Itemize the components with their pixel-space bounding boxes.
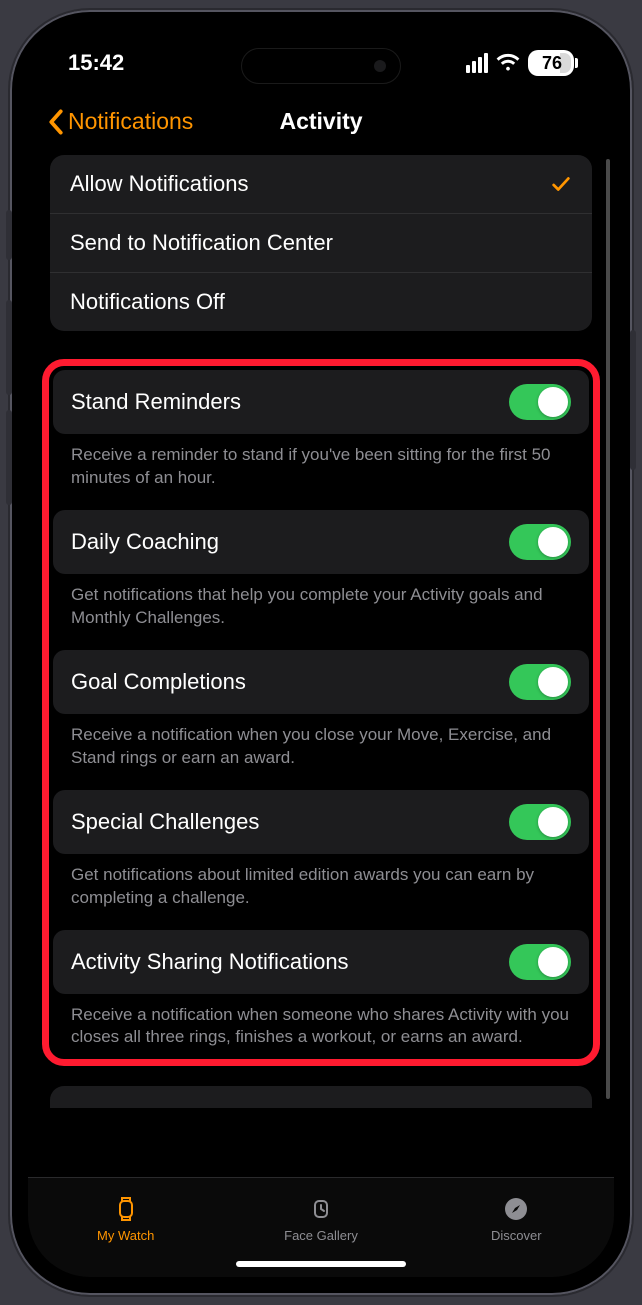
side-button — [6, 210, 12, 260]
setting-description: Receive a reminder to stand if you've be… — [53, 434, 589, 494]
watch-icon — [111, 1194, 141, 1224]
tab-label: Discover — [491, 1228, 542, 1243]
battery-indicator: 76 — [528, 50, 574, 76]
option-label: Send to Notification Center — [70, 230, 333, 256]
setting-special-challenges: Special Challenges Get notifications abo… — [53, 790, 589, 914]
checkmark-icon — [550, 173, 572, 195]
tab-my-watch[interactable]: My Watch — [28, 1178, 223, 1259]
home-indicator[interactable] — [236, 1261, 406, 1267]
setting-title: Special Challenges — [71, 809, 259, 835]
dynamic-island — [241, 48, 401, 84]
toggle-special-challenges[interactable] — [509, 804, 571, 840]
setting-description: Get notifications about limited edition … — [53, 854, 589, 914]
tab-label: Face Gallery — [284, 1228, 358, 1243]
tab-face-gallery[interactable]: Face Gallery — [223, 1178, 418, 1259]
phone-frame: 15:42 76 Notifications — [10, 10, 632, 1295]
option-label: Allow Notifications — [70, 171, 249, 197]
back-label: Notifications — [68, 108, 193, 135]
wifi-icon — [496, 53, 520, 73]
power-button — [630, 330, 636, 470]
back-button[interactable]: Notifications — [48, 108, 193, 135]
option-label: Notifications Off — [70, 289, 225, 315]
tab-label: My Watch — [97, 1228, 154, 1243]
cellular-signal-icon — [466, 53, 488, 73]
setting-stand-reminders: Stand Reminders Receive a reminder to st… — [53, 370, 589, 494]
status-time: 15:42 — [68, 50, 124, 76]
next-group-peek — [50, 1086, 592, 1108]
toggle-stand-reminders[interactable] — [509, 384, 571, 420]
toggle-daily-coaching[interactable] — [509, 524, 571, 560]
setting-title: Stand Reminders — [71, 389, 241, 415]
volume-down-button — [6, 410, 12, 505]
setting-activity-sharing: Activity Sharing Notifications Receive a… — [53, 930, 589, 1054]
compass-icon — [501, 1194, 531, 1224]
setting-title: Goal Completions — [71, 669, 246, 695]
option-allow-notifications[interactable]: Allow Notifications — [50, 155, 592, 214]
toggle-activity-sharing[interactable] — [509, 944, 571, 980]
screen: 15:42 76 Notifications — [28, 28, 614, 1277]
tab-discover[interactable]: Discover — [419, 1178, 614, 1259]
setting-goal-completions: Goal Completions Receive a notification … — [53, 650, 589, 774]
setting-description: Get notifications that help you complete… — [53, 574, 589, 634]
setting-daily-coaching: Daily Coaching Get notifications that he… — [53, 510, 589, 634]
option-send-to-notification-center[interactable]: Send to Notification Center — [50, 214, 592, 273]
highlighted-section: Stand Reminders Receive a reminder to st… — [42, 359, 600, 1066]
setting-description: Receive a notification when you close yo… — [53, 714, 589, 774]
chevron-left-icon — [48, 109, 64, 135]
setting-title: Daily Coaching — [71, 529, 219, 555]
page-title: Activity — [279, 108, 362, 135]
option-notifications-off[interactable]: Notifications Off — [50, 273, 592, 331]
volume-up-button — [6, 300, 12, 395]
setting-description: Receive a notification when someone who … — [53, 994, 589, 1054]
setting-title: Activity Sharing Notifications — [71, 949, 349, 975]
scroll-indicator[interactable] — [606, 159, 610, 1099]
content-scroll[interactable]: Allow Notifications Send to Notification… — [28, 155, 614, 1177]
watch-face-icon — [306, 1194, 336, 1224]
navigation-bar: Notifications Activity — [28, 98, 614, 155]
toggle-goal-completions[interactable] — [509, 664, 571, 700]
notification-mode-group: Allow Notifications Send to Notification… — [50, 155, 592, 331]
